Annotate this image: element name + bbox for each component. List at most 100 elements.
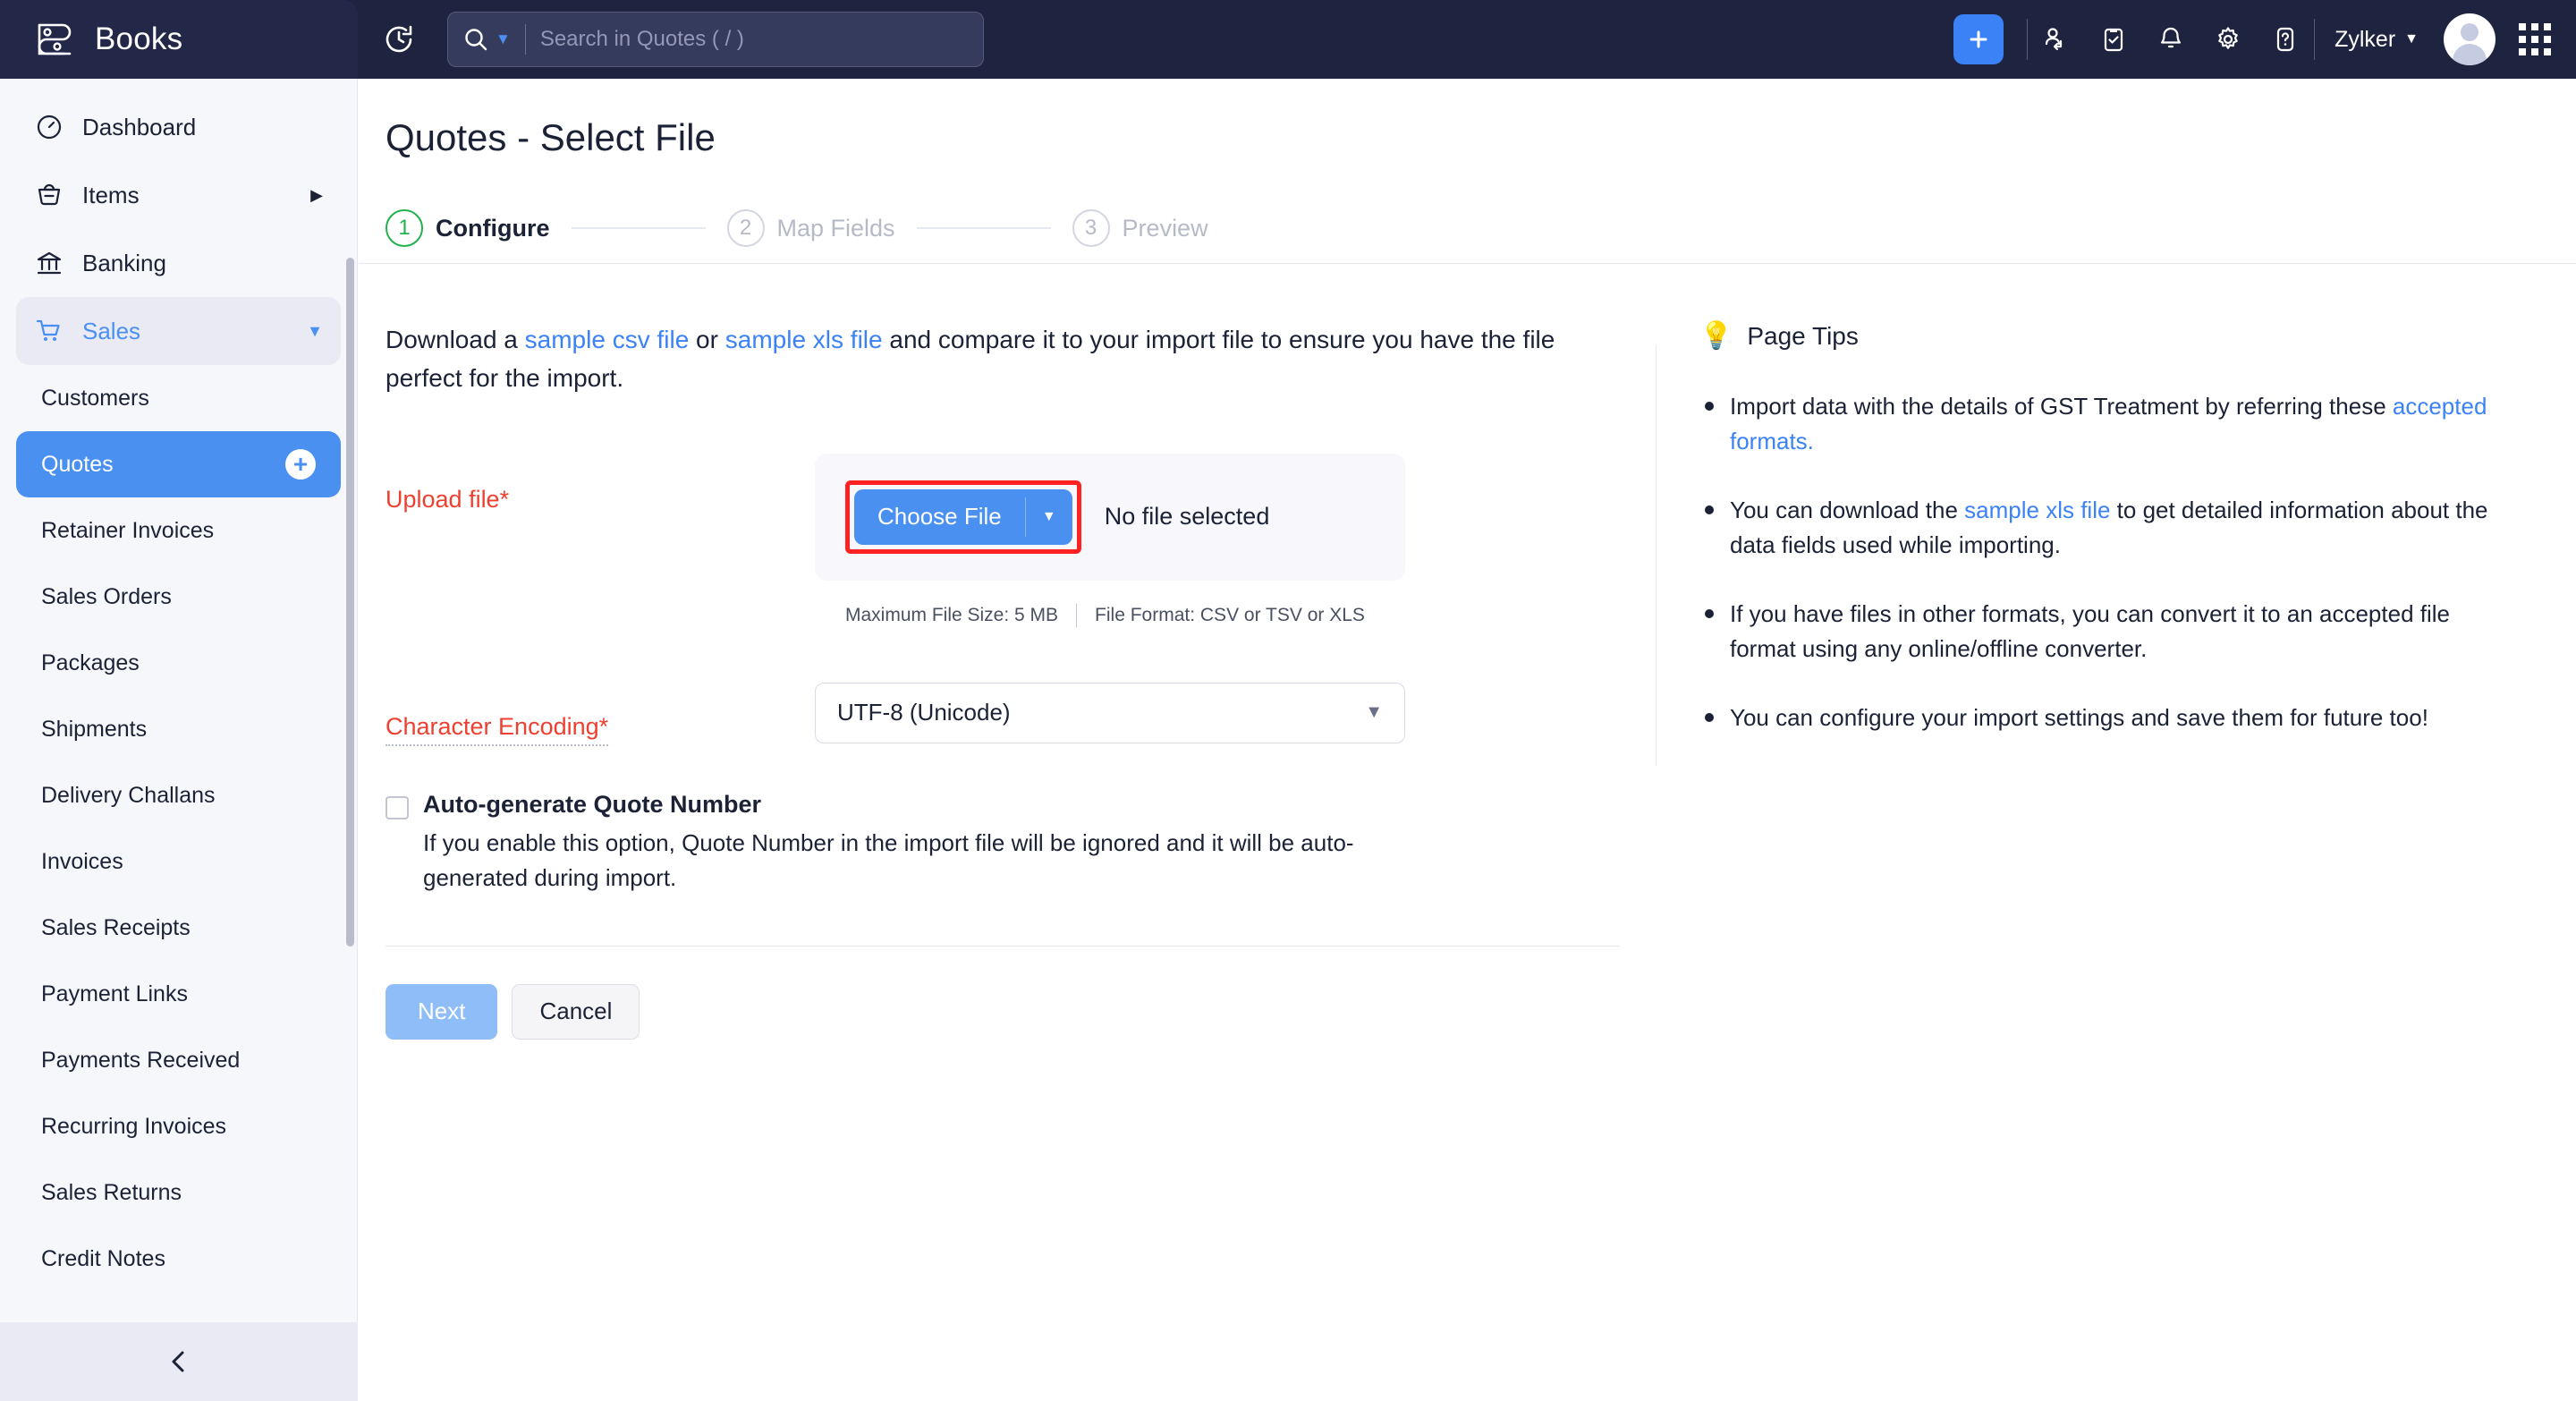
header-actions: Zylker ▼ (1953, 0, 2576, 79)
clipboard-check-icon[interactable] (2085, 11, 2142, 68)
character-encoding-label-wrap: Character Encoding* (386, 683, 815, 746)
search-scope-chevron-down-icon[interactable]: ▼ (496, 30, 511, 48)
character-encoding-value: UTF-8 (Unicode) (837, 699, 1011, 726)
sidebar-sub-label: Credit Notes (41, 1245, 165, 1271)
sample-xls-file-link[interactable]: sample xls file (1964, 497, 2110, 523)
sample-csv-file-link[interactable]: sample csv file (525, 326, 690, 353)
sidebar-sub-label: Payment Links (41, 981, 188, 1006)
list-item: You can configure your import settings a… (1699, 700, 2515, 735)
tip-text-before: You can configure your import settings a… (1730, 704, 2428, 731)
sidebar-sub-label: Packages (41, 650, 140, 675)
sidebar-item-banking[interactable]: Banking (16, 229, 341, 297)
sidebar-item-items[interactable]: Items ▶ (16, 161, 341, 229)
step-label: Preview (1122, 214, 1208, 242)
list-item: If you have files in other formats, you … (1699, 597, 2515, 667)
sidebar-item-label: Banking (82, 249, 166, 276)
sidebar-sub-label: Quotes (41, 451, 114, 477)
step-configure[interactable]: 1 Configure (386, 209, 550, 247)
cancel-button[interactable]: Cancel (512, 983, 640, 1040)
page-tips-title: Page Tips (1747, 321, 1859, 350)
import-form: Download a sample csv file or sample xls… (386, 320, 1656, 1040)
organization-switcher[interactable]: Zylker ▼ (2315, 27, 2438, 53)
sidebar-item-quotes[interactable]: Quotes + (16, 431, 341, 497)
step-map-fields[interactable]: 2 Map Fields (726, 209, 895, 247)
upload-dropzone[interactable]: Choose File ▼ No file selected (815, 453, 1405, 581)
configure-content: Download a sample csv file or sample xls… (359, 247, 2576, 1040)
sidebar-sub-label: Shipments (41, 716, 148, 742)
sidebar-item-label: Sales (82, 317, 141, 344)
character-encoding-label: Character Encoding* (386, 713, 609, 746)
sample-file-instructions: Download a sample csv file or sample xls… (386, 320, 1566, 398)
sidebar-item-payment-links[interactable]: Payment Links (16, 961, 341, 1027)
next-button[interactable]: Next (386, 983, 498, 1040)
sidebar-item-delivery-challans[interactable]: Delivery Challans (16, 762, 341, 828)
sidebar-scrollbar[interactable] (346, 258, 354, 947)
sidebar-item-sales-returns[interactable]: Sales Returns (16, 1159, 341, 1226)
sidebar-collapse-button[interactable] (0, 1322, 358, 1401)
actions-divider (386, 945, 1620, 947)
help-question-icon[interactable] (2257, 11, 2314, 68)
sidebar-sub-label: Customers (41, 385, 149, 411)
avatar[interactable] (2444, 13, 2496, 65)
refresh-clock-icon[interactable] (358, 0, 440, 79)
basket-icon (34, 180, 64, 210)
sidebar-item-credit-notes[interactable]: Credit Notes (16, 1226, 341, 1292)
books-logo-icon (34, 19, 75, 60)
chevron-right-icon: ▶ (310, 185, 323, 204)
sidebar-sub-label: Delivery Challans (41, 782, 216, 808)
caret-down-icon[interactable]: ▼ (1026, 509, 1072, 525)
auto-generate-description: If you enable this option, Quote Number … (423, 828, 1354, 891)
choose-file-button[interactable]: Choose File ▼ (854, 488, 1072, 545)
page-tips-list: Import data with the details of GST Trea… (1699, 389, 2515, 735)
sidebar-item-packages[interactable]: Packages (16, 630, 341, 696)
sidebar-item-dashboard[interactable]: Dashboard (16, 93, 341, 161)
bell-icon[interactable] (2142, 11, 2199, 68)
character-encoding-select[interactable]: UTF-8 (Unicode) ▼ (815, 682, 1405, 743)
sidebar-item-retainer-invoices[interactable]: Retainer Invoices (16, 497, 341, 564)
list-item: Import data with the details of GST Trea… (1699, 389, 2515, 459)
add-quote-plus-icon[interactable]: + (285, 449, 316, 480)
sidebar-sub-nav: Customers Quotes + Retainer Invoices Sal… (0, 365, 357, 1292)
sidebar-primary-nav: Dashboard Items ▶ Banking Sales ▼ (0, 79, 357, 365)
step-preview[interactable]: 3 Preview (1072, 209, 1208, 247)
sidebar-sub-label: Sales Orders (41, 583, 172, 609)
sidebar-item-customers[interactable]: Customers (16, 365, 341, 431)
file-constraints: Maximum File Size: 5 MB File Format: CSV… (845, 603, 1405, 627)
sidebar-item-payments-received[interactable]: Payments Received (16, 1027, 341, 1093)
max-file-size: Maximum File Size: 5 MB (845, 604, 1059, 625)
search-bar[interactable]: ▼ (447, 12, 984, 67)
tip-text-before: You can download the (1730, 497, 1965, 523)
sidebar-sub-label: Invoices (41, 848, 123, 874)
search-input[interactable] (539, 27, 969, 52)
sample-xls-file-link[interactable]: sample xls file (725, 326, 883, 353)
step-label: Configure (436, 214, 550, 242)
page-tips-header: 💡 Page Tips (1699, 320, 2515, 352)
step-connector (571, 227, 706, 229)
sidebar-item-invoices[interactable]: Invoices (16, 828, 341, 895)
step-label: Map Fields (776, 214, 895, 242)
choose-file-highlight: Choose File ▼ (845, 480, 1081, 554)
referral-users-icon[interactable] (2028, 11, 2085, 68)
upload-file-label: Upload file* (386, 485, 510, 513)
chevron-down-icon: ▼ (307, 321, 323, 340)
gear-icon[interactable] (2199, 11, 2257, 68)
list-item: You can download the sample xls file to … (1699, 493, 2515, 563)
sidebar-item-sales-receipts[interactable]: Sales Receipts (16, 895, 341, 961)
step-number: 3 (1072, 209, 1110, 247)
sidebar-item-sales-orders[interactable]: Sales Orders (16, 564, 341, 630)
import-stepper: 1 Configure 2 Map Fields 3 Preview (359, 159, 2576, 247)
sidebar-item-shipments[interactable]: Shipments (16, 696, 341, 762)
chevron-down-icon: ▼ (2404, 31, 2419, 47)
add-new-button[interactable] (1953, 14, 2004, 64)
apps-grid-icon[interactable] (2519, 23, 2551, 55)
choose-file-label: Choose File (877, 503, 1002, 531)
file-format: File Format: CSV or TSV or XLS (1095, 604, 1365, 625)
brand-name: Books (95, 21, 183, 56)
organization-name: Zylker (2334, 26, 2396, 52)
sidebar-item-recurring-invoices[interactable]: Recurring Invoices (16, 1093, 341, 1159)
auto-generate-row: Auto-generate Quote Number If you enable… (386, 791, 1656, 896)
brand-home-link[interactable]: Books (0, 0, 358, 79)
auto-generate-checkbox[interactable] (386, 795, 409, 819)
sidebar-item-sales[interactable]: Sales ▼ (16, 297, 341, 365)
no-file-selected-text: No file selected (1104, 503, 1270, 531)
